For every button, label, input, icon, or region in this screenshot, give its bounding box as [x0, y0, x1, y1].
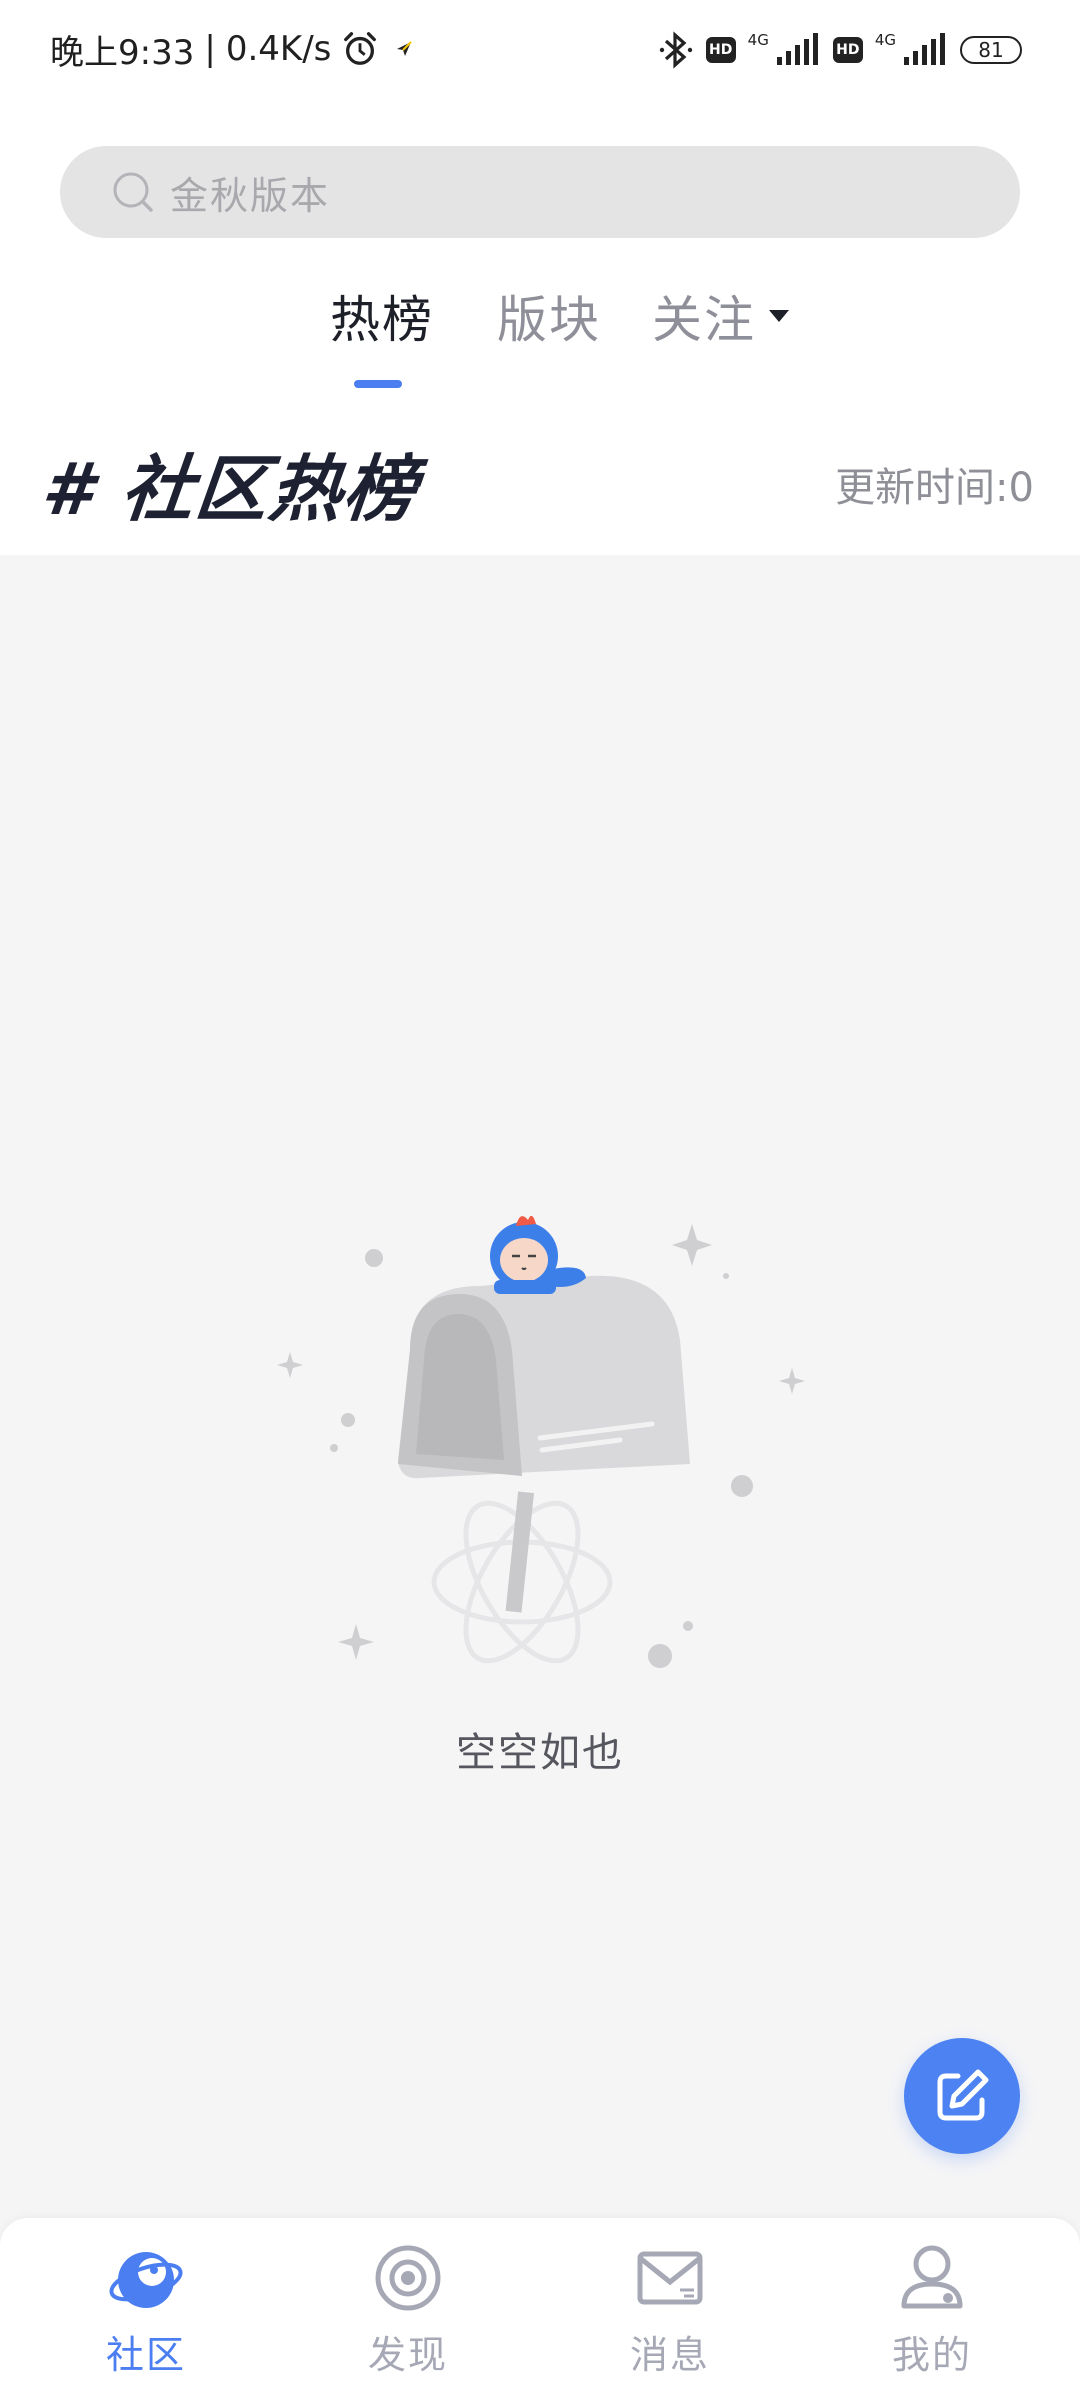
status-net-speed: 0.4K/s — [225, 29, 332, 69]
signal-icon — [776, 33, 818, 65]
status-right: HD 4G HD 4G 81 — [658, 28, 1022, 72]
app-screen: 晚上9:33 | 0.4K/s HD 4G HD 4G 81 金秋版本 热榜 版… — [0, 0, 1080, 2400]
nav-community[interactable]: 社区 — [66, 2240, 226, 2380]
target-icon — [375, 2245, 441, 2311]
search-icon — [113, 172, 153, 212]
compose-post-button[interactable] — [904, 2038, 1020, 2154]
tab-boards[interactable]: 版块 — [497, 280, 601, 352]
tab-bar: 热榜 版块 关注 — [0, 280, 1080, 400]
nav-messages-label: 消息 — [629, 2333, 710, 2377]
tab-active-indicator — [354, 380, 402, 388]
nav-messages[interactable]: 消息 — [590, 2240, 750, 2380]
empty-state-text: 空空如也 — [456, 1730, 624, 1776]
empty-mailbox-illustration — [277, 1215, 805, 1668]
tab-hot-list[interactable]: 热榜 — [330, 280, 434, 352]
user-icon — [901, 2245, 963, 2309]
update-time: 更新时间:0 — [835, 465, 1034, 511]
hd-badge-2: HD — [832, 37, 863, 63]
planet-icon — [109, 2252, 183, 2308]
mail-icon — [637, 2251, 703, 2305]
network-type-1: 4G — [747, 31, 769, 49]
battery-icon: 81 — [960, 36, 1022, 64]
status-separator: | — [204, 29, 216, 69]
status-time: 晚上9:33 — [50, 32, 195, 73]
bluetooth-icon — [659, 31, 692, 69]
tab-follow[interactable]: 关注 — [652, 280, 792, 352]
signal-icon-2 — [904, 33, 945, 65]
nav-community-label: 社区 — [105, 2333, 186, 2377]
status-left: 晚上9:33 | 0.4K/s — [50, 26, 420, 73]
hd-badge-1: HD — [705, 37, 736, 63]
tab-follow-label: 关注 — [652, 291, 756, 349]
search-bar[interactable]: 金秋版本 — [60, 146, 1020, 238]
nav-mine[interactable]: 我的 — [852, 2240, 1012, 2380]
battery-level: 81 — [978, 38, 1004, 62]
caret-down-icon — [769, 310, 789, 322]
network-type-2: 4G — [874, 31, 896, 49]
alarm-icon — [344, 32, 377, 65]
navigation-icon — [389, 34, 420, 64]
section-title: # 社区热榜 — [38, 447, 423, 531]
nav-discover[interactable]: 发现 — [328, 2240, 488, 2380]
status-bar: 晚上9:33 | 0.4K/s HD 4G HD 4G 81 — [0, 0, 1080, 100]
nav-discover-label: 发现 — [367, 2333, 448, 2377]
bottom-navigation: 社区 发现 消息 我的 — [0, 2218, 1080, 2400]
search-placeholder: 金秋版本 — [170, 173, 331, 218]
edit-icon — [937, 2069, 989, 2121]
nav-mine-label: 我的 — [891, 2333, 972, 2377]
